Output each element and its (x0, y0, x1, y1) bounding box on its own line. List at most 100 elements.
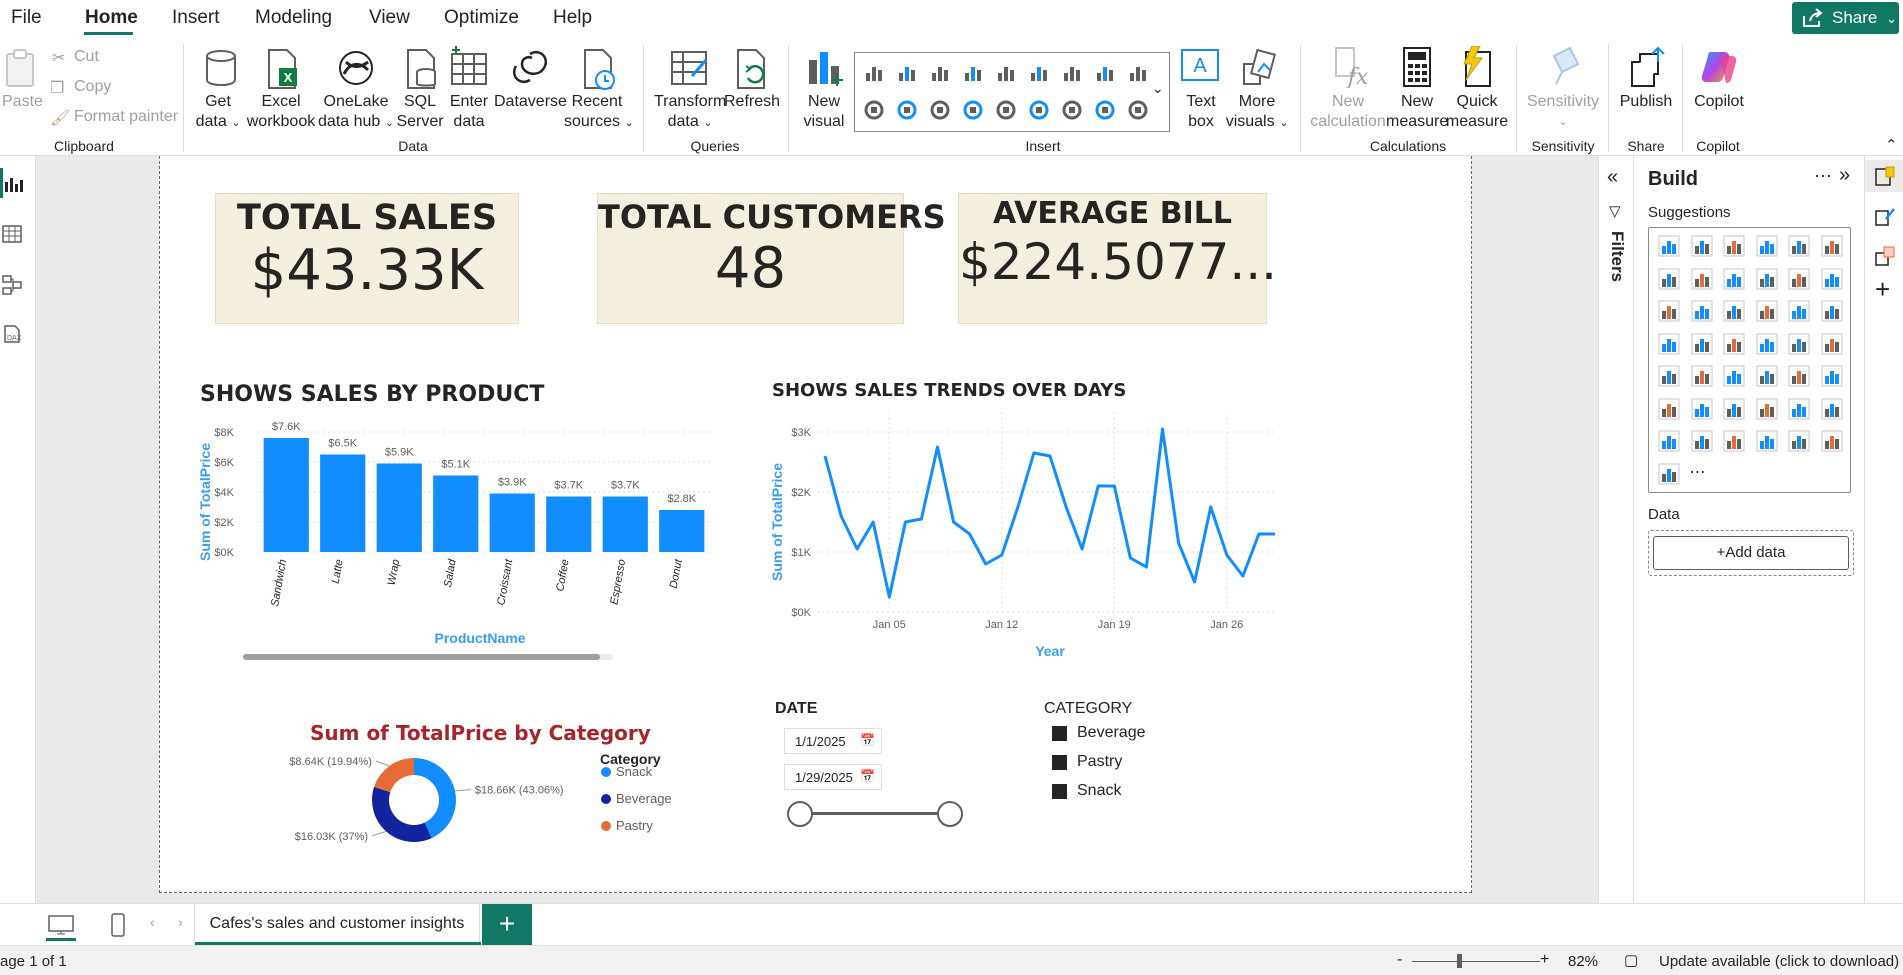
slicer-new-icon[interactable] (1755, 429, 1779, 453)
100-bar-icon[interactable] (1787, 234, 1811, 258)
zoom-out-icon[interactable]: - (1397, 951, 1402, 969)
onelake-data-hub-button[interactable]: OneLake data hub ⌄ (316, 92, 396, 133)
range-start-handle[interactable] (787, 801, 813, 827)
ribbon-chart-icon[interactable] (1028, 61, 1050, 83)
matrix-icon[interactable] (1820, 364, 1844, 388)
combo-chart-icon[interactable] (995, 61, 1017, 83)
more-options-icon[interactable]: ⋯ (1814, 166, 1832, 187)
sales-by-product-chart[interactable]: SHOWS SALES BY PRODUCT $0K $2K $4K $6K $8K $7… (188, 372, 718, 678)
stacked-column-icon[interactable] (1690, 234, 1714, 258)
qa-icon[interactable] (1787, 397, 1811, 421)
card-average-bill[interactable]: AVERAGE BILL $224.5077... (958, 193, 1277, 324)
mobile-layout-icon[interactable] (110, 912, 126, 938)
slicer-icon[interactable] (1755, 364, 1779, 388)
add-data-button[interactable]: +Add data (1653, 536, 1849, 570)
menu-home[interactable]: Home (85, 7, 138, 29)
add-page-button[interactable]: + (482, 904, 532, 946)
r-visual-icon[interactable] (1657, 397, 1681, 421)
azure-map-icon[interactable] (1787, 332, 1811, 356)
gauge-icon[interactable] (995, 99, 1017, 121)
format-pane-icon[interactable] (1874, 205, 1896, 227)
100-column-icon[interactable] (1820, 234, 1844, 258)
update-available-link[interactable]: Update available (click to download) (1659, 953, 1899, 970)
pie-chart-icon[interactable] (1787, 299, 1811, 323)
calendar-icon[interactable]: 📅 (860, 769, 875, 783)
transform-data-button[interactable]: Transform data ⌄ (654, 92, 726, 133)
collapse-pane-icon[interactable]: » (1839, 164, 1850, 187)
text-box-button[interactable]: Text box (1178, 92, 1224, 132)
power-apps-icon[interactable] (1787, 429, 1811, 453)
refresh-button[interactable]: Refresh (724, 92, 780, 112)
decomposition-tree-icon[interactable] (1755, 397, 1779, 421)
new-visual-button[interactable]: New visual (800, 92, 848, 132)
fit-to-page-icon[interactable]: ▢ (1624, 951, 1638, 969)
funnel-icon[interactable] (1722, 299, 1746, 323)
multi-row-card-icon[interactable] (1061, 99, 1083, 121)
checkbox[interactable] (1052, 783, 1067, 799)
slicer-item[interactable]: Snack (1052, 782, 1121, 800)
map-icon[interactable] (962, 99, 984, 121)
paginated-report-icon[interactable] (1690, 429, 1714, 453)
card-icon[interactable] (1028, 99, 1050, 121)
paste-button[interactable]: Paste (2, 92, 43, 112)
stacked-column-icon[interactable] (896, 61, 918, 83)
end-date-input[interactable]: 1/29/2025 📅 (784, 764, 882, 790)
category-donut-chart[interactable]: Sum of TotalPrice by Category $18.66K (4… (216, 713, 690, 868)
goals-icon[interactable] (1657, 429, 1681, 453)
line-chart-icon[interactable] (1657, 267, 1681, 291)
collapse-ribbon-icon[interactable]: ⌃ (1885, 136, 1898, 154)
enter-data-button[interactable]: Enter data (446, 92, 492, 132)
more-visuals-icon[interactable]: ⋯ (1690, 462, 1714, 486)
stacked-area-icon[interactable] (1722, 267, 1746, 291)
card-total-customers[interactable]: TOTAL CUSTOMERS 48 (597, 193, 946, 324)
analytics-pane-icon[interactable] (1874, 245, 1896, 267)
menu-file[interactable]: File (11, 7, 42, 29)
menu-optimize[interactable]: Optimize (444, 7, 519, 29)
report-view-icon[interactable] (4, 174, 24, 194)
clustered-column-icon[interactable] (962, 61, 984, 83)
card-icon[interactable] (1657, 364, 1681, 388)
cut-button[interactable]: Cut (74, 48, 99, 66)
range-end-handle[interactable] (937, 801, 963, 827)
tab-cafes-sales[interactable]: Cafes's sales and customer insights (194, 904, 481, 946)
scatter-icon[interactable] (1755, 299, 1779, 323)
clustered-bar-icon[interactable] (929, 61, 951, 83)
clustered-column-icon[interactable] (1755, 234, 1779, 258)
quick-measure-button[interactable]: Quick measure (1444, 92, 1510, 132)
format-painter-button[interactable]: Format painter (74, 108, 178, 126)
narrative-icon[interactable] (1820, 397, 1844, 421)
filled-map-icon[interactable] (1722, 332, 1746, 356)
gauge-icon[interactable] (1820, 332, 1844, 356)
shape-map-icon[interactable] (1755, 332, 1779, 356)
table-visual-icon[interactable] (1094, 99, 1116, 121)
100-area-icon[interactable] (1755, 267, 1779, 291)
zoom-in-icon[interactable]: + (1540, 951, 1549, 969)
clustered-bar-icon[interactable] (1722, 234, 1746, 258)
menu-insert[interactable]: Insert (172, 7, 220, 29)
new-calculation-button[interactable]: New calculation (1310, 92, 1386, 132)
checkbox[interactable] (1052, 725, 1067, 741)
menu-help[interactable]: Help (553, 7, 592, 29)
calendar-icon[interactable]: 📅 (860, 733, 875, 747)
line-column-icon[interactable] (1787, 267, 1811, 291)
python-visual-icon[interactable] (1690, 397, 1714, 421)
recent-sources-button[interactable]: Recent sources ⌄ (564, 92, 634, 133)
waterfall-icon[interactable] (1690, 299, 1714, 323)
copilot-button[interactable]: Copilot (1686, 92, 1752, 112)
line-clustered-icon[interactable] (1820, 267, 1844, 291)
card-new-icon[interactable] (1722, 429, 1746, 453)
power-automate-icon[interactable] (1820, 429, 1844, 453)
pie-chart-icon[interactable] (863, 99, 885, 121)
sensitivity-button[interactable]: Sensitivity ⌄ (1526, 92, 1600, 132)
menu-modeling[interactable]: Modeling (255, 7, 332, 29)
matrix-icon[interactable] (1127, 99, 1149, 121)
expand-filters-icon[interactable]: « (1607, 166, 1618, 189)
donut-chart-icon[interactable] (896, 99, 918, 121)
checkbox[interactable] (1052, 754, 1067, 770)
publish-button[interactable]: Publish (1616, 92, 1676, 112)
table-visual-icon[interactable] (1787, 364, 1811, 388)
more-visuals-button[interactable]: More visuals ⌄ (1222, 92, 1292, 133)
sql-server-button[interactable]: SQL Server (395, 92, 445, 132)
treemap-icon[interactable] (929, 99, 951, 121)
scroll-left-icon[interactable]: ‹ (150, 914, 155, 930)
